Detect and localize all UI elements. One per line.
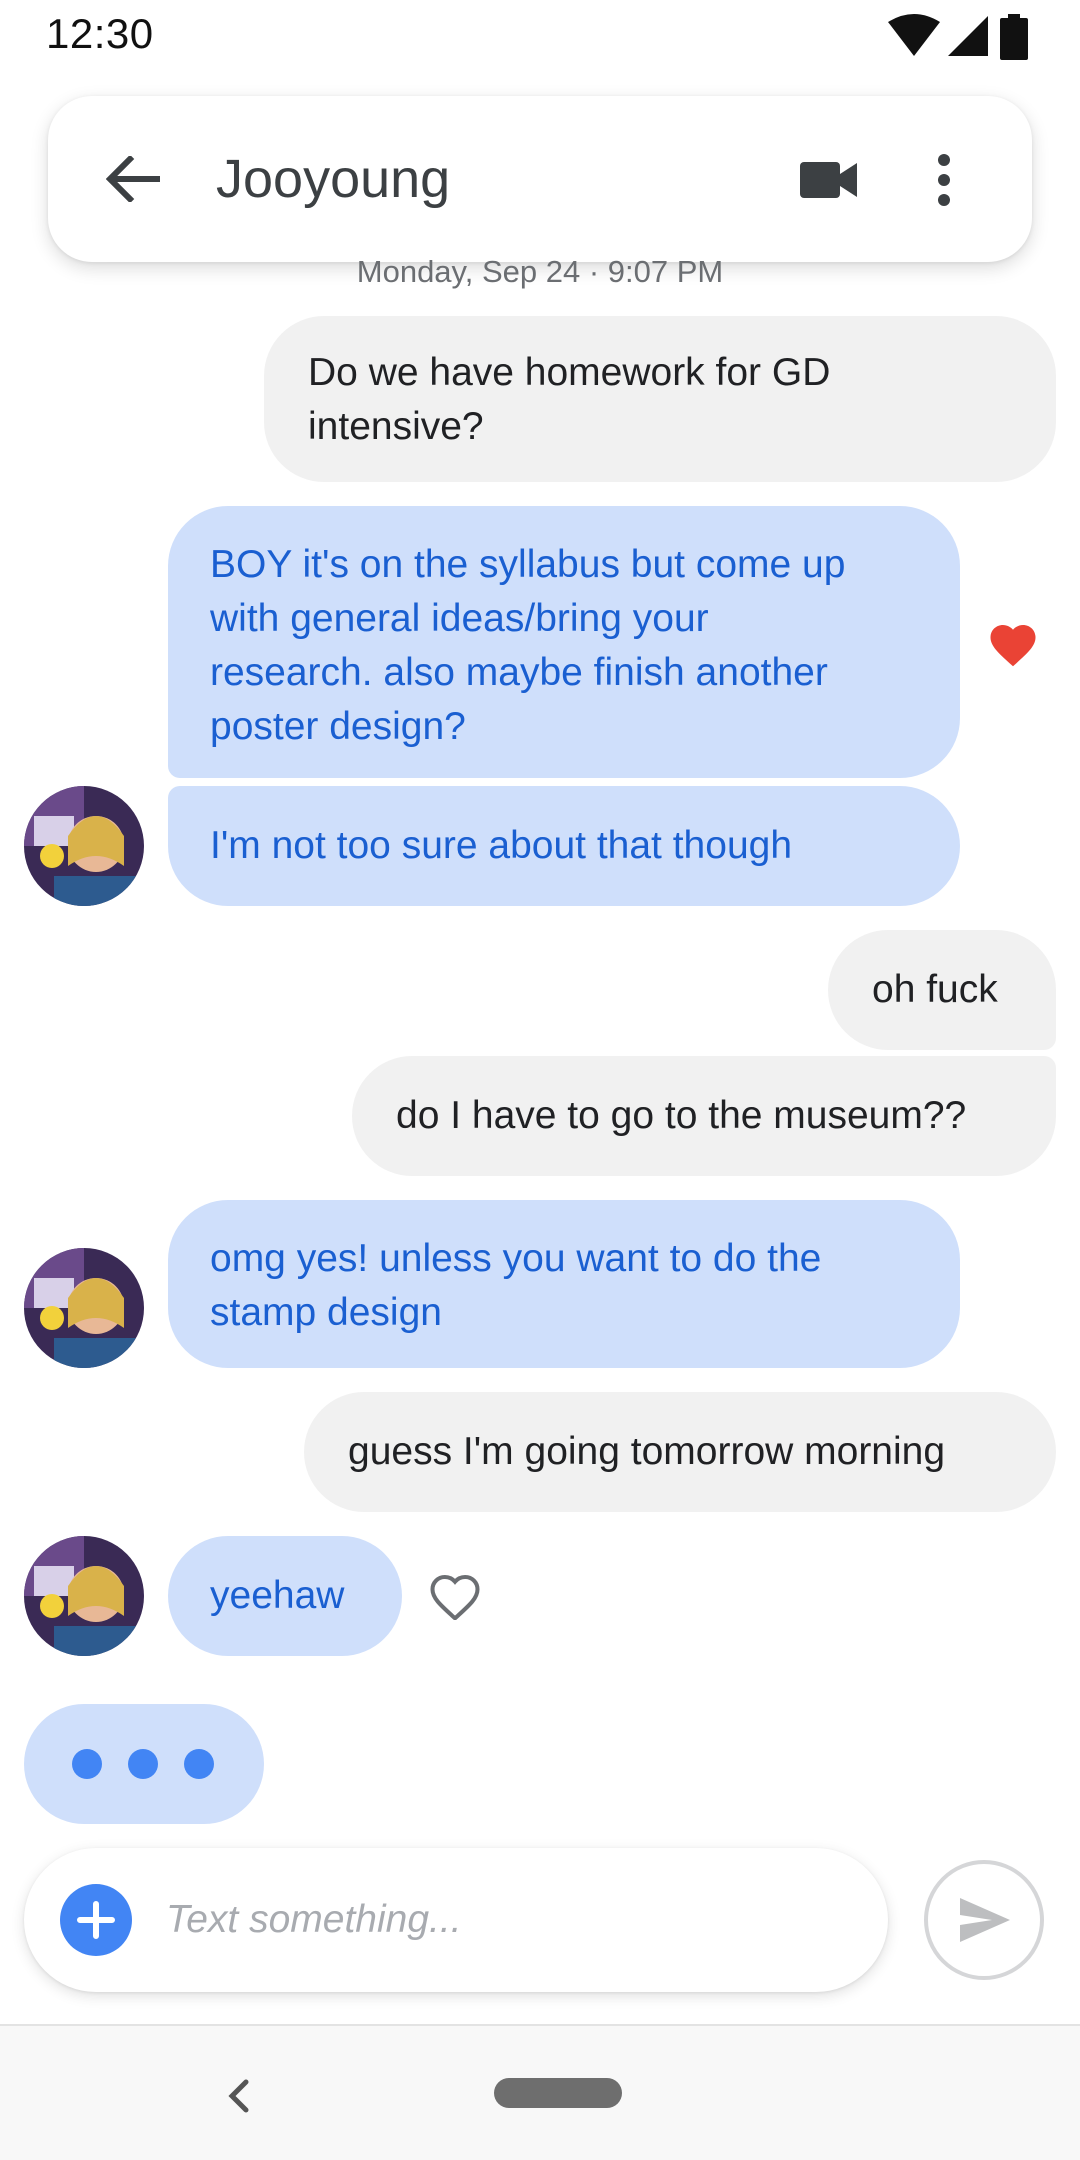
heart-filled-icon[interactable] <box>986 618 1040 668</box>
add-icon <box>77 1901 115 1939</box>
video-call-icon <box>800 162 857 198</box>
add-attachment-button[interactable] <box>60 1884 132 1956</box>
video-call-button[interactable] <box>790 140 870 220</box>
more-options-button[interactable] <box>912 140 982 220</box>
message-line: research. also maybe finish another <box>210 651 828 694</box>
heart-outline-icon[interactable] <box>428 1570 482 1620</box>
avatar-image <box>24 1248 144 1368</box>
typing-dot <box>72 1749 102 1779</box>
message-line: I'm not too sure about that though <box>210 824 793 867</box>
message-line: omg yes! unless you want to do the <box>210 1237 822 1280</box>
more-vert-icon <box>938 154 950 206</box>
message-line: poster design? <box>210 705 466 748</box>
contact-avatar[interactable] <box>24 786 144 906</box>
contact-avatar[interactable] <box>24 1536 144 1656</box>
message-line: yeehaw <box>210 1574 345 1617</box>
date-stamp: Monday, Sep 24 · 9:07 PM <box>356 254 724 289</box>
message-line: Do we have homework for GD <box>308 351 831 394</box>
avatar-image <box>24 1536 144 1656</box>
cell-signal-icon <box>948 16 988 56</box>
message-input[interactable] <box>166 1892 846 1948</box>
message-line: intensive? <box>308 405 484 448</box>
message-bubble-incoming[interactable]: I'm not too sure about that though <box>168 786 960 906</box>
message-bubble-incoming[interactable]: BOY it's on the syllabus but come up wit… <box>168 506 960 778</box>
status-time: 12:30 <box>46 10 154 57</box>
message-line: oh fuck <box>872 968 998 1011</box>
typing-indicator <box>24 1704 264 1824</box>
message-line: BOY it's on the syllabus but come up <box>210 543 846 586</box>
message-line: do I have to go to the museum?? <box>396 1094 967 1137</box>
conversation-header <box>48 96 1032 262</box>
status-bar: 12:30 <box>0 0 1080 72</box>
message-line: with general ideas/bring your <box>210 597 709 640</box>
message-bubble-incoming[interactable]: yeehaw <box>168 1536 402 1656</box>
typing-dot <box>184 1749 214 1779</box>
message-bubble-incoming[interactable]: omg yes! unless you want to do the stamp… <box>168 1200 960 1368</box>
nav-home-pill[interactable] <box>494 2078 622 2108</box>
back-arrow-icon <box>106 156 160 202</box>
message-bubble-outgoing[interactable]: Do we have homework for GD intensive? <box>264 316 1056 482</box>
contact-avatar[interactable] <box>24 1248 144 1368</box>
contact-name[interactable]: Jooyoung <box>216 148 450 210</box>
message-bubble-outgoing[interactable]: oh fuck <box>828 930 1056 1050</box>
send-button[interactable] <box>924 1860 1044 1980</box>
message-bubble-outgoing[interactable]: guess I'm going tomorrow morning <box>304 1392 1056 1512</box>
back-button[interactable] <box>92 134 172 224</box>
battery-icon <box>1000 14 1028 60</box>
avatar-image <box>24 786 144 906</box>
typing-dot <box>128 1749 158 1779</box>
nav-back-icon <box>228 2079 249 2113</box>
nav-back-button[interactable] <box>210 2072 270 2122</box>
message-line: stamp design <box>210 1291 442 1334</box>
message-line: guess I'm going tomorrow morning <box>348 1430 946 1473</box>
message-bubble-outgoing[interactable]: do I have to go to the museum?? <box>352 1056 1056 1176</box>
send-icon <box>960 1898 1010 1942</box>
wifi-icon <box>888 14 940 56</box>
